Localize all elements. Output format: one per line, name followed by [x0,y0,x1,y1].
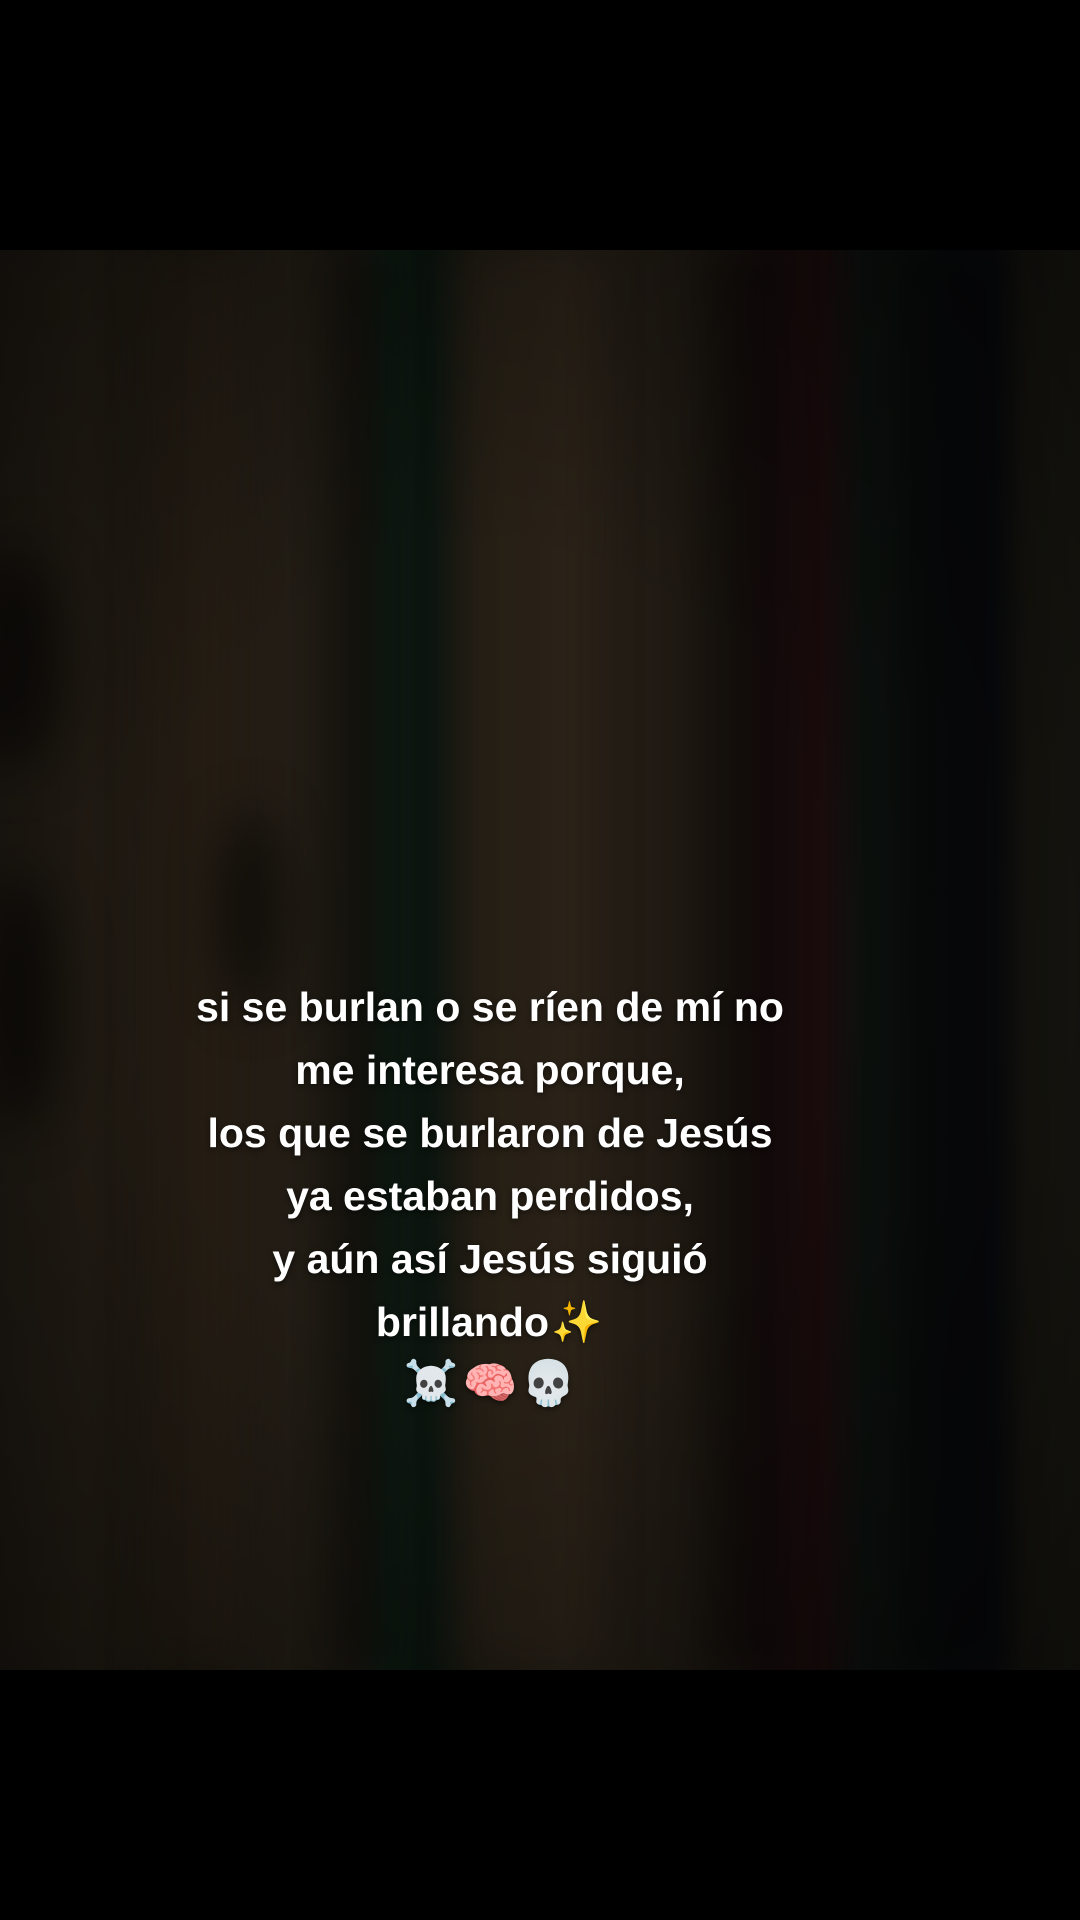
letterbox-top [0,0,1080,250]
sparkles-icon: ✨ [551,1299,603,1345]
caption-line: y aún así Jesús siguió [272,1236,708,1282]
caption-line: si se burlan o se ríen de mí no [196,984,784,1030]
video-frame-background [0,250,1080,1670]
vignette-overlay [0,250,1080,1670]
emoji-row: ☠️🧠💀 [140,1354,840,1414]
skull-and-crossbones-icon: ☠️ [403,1358,459,1409]
caption-line: brillando✨ [140,1291,840,1354]
skull-icon: 💀 [521,1358,577,1409]
brain-icon: 🧠 [462,1358,518,1409]
caption-line: ya estaban perdidos, [286,1173,694,1219]
letterbox-bottom [0,1670,1080,1920]
caption-word-brillando: brillando [375,1299,550,1345]
video-screen[interactable]: si se burlan o se ríen de mí no me inter… [0,0,1080,1920]
caption-line: me interesa porque, [295,1047,685,1093]
caption-text-overlay: si se burlan o se ríen de mí no me inter… [140,976,840,1414]
caption-line: los que se burlaron de Jesús [207,1110,773,1156]
